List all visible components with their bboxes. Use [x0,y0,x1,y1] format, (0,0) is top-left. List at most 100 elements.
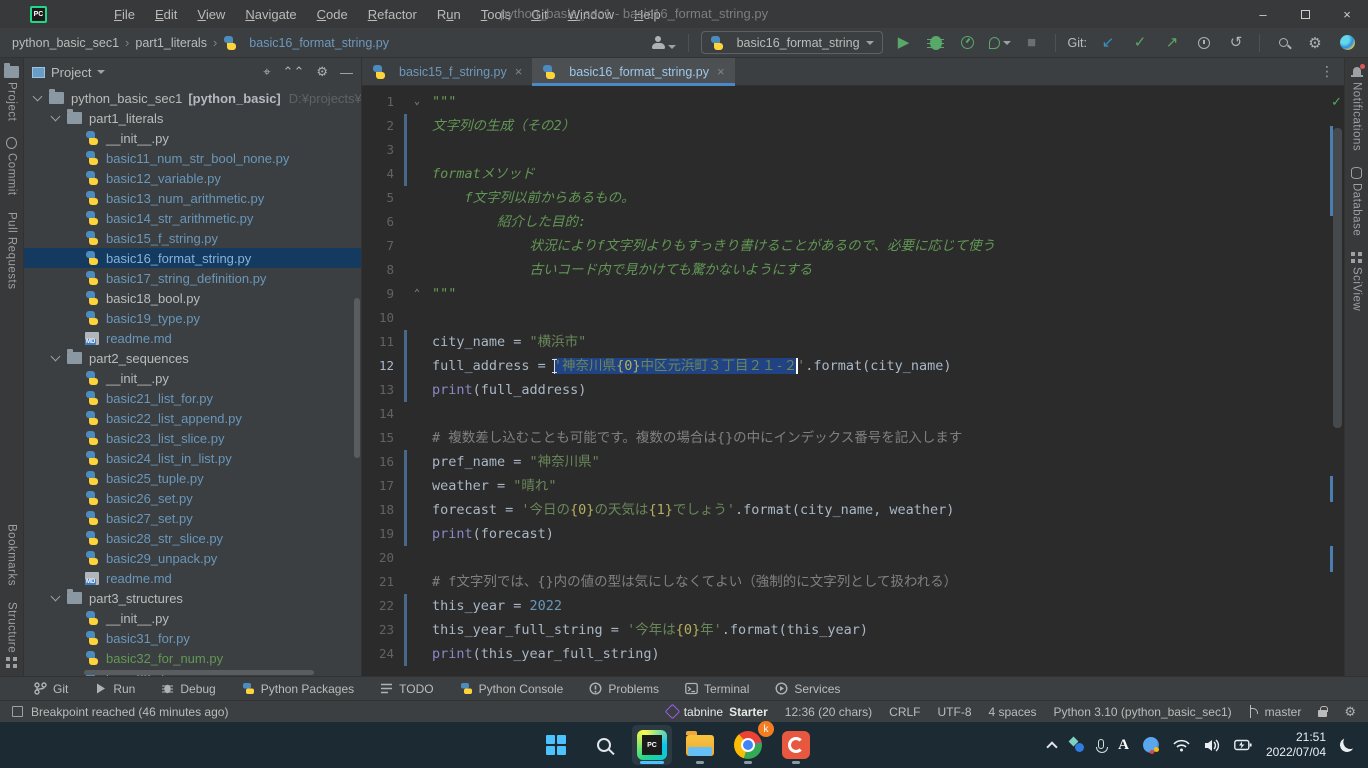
inspections-ok-icon[interactable]: ✓ [1331,94,1342,110]
git-update-button[interactable]: ↙ [1097,32,1119,54]
code-editor[interactable]: 1⌄"""2文字列の生成（その2）34formatメソッド5 f文字列以前からあ… [362,86,1344,676]
file-encoding[interactable]: UTF-8 [938,705,972,719]
tree-item-basic11-num-str-bool-none-py[interactable]: basic11_num_str_bool_none.py [24,148,361,168]
tree-item-basic32-for-num-py[interactable]: basic32_for_num.py [24,648,361,668]
code-line-13[interactable]: 13print(full_address) [362,378,1344,402]
wifi-icon[interactable] [1173,739,1190,752]
tree-item-basic19-type-py[interactable]: basic19_type.py [24,308,361,328]
git-push-button[interactable]: ↗ [1161,32,1183,54]
notifications-gear-icon[interactable]: ⚙ [1344,704,1356,720]
python-interpreter[interactable]: Python 3.10 (python_basic_sec1) [1054,705,1232,719]
gear-icon[interactable]: ⚙ [316,64,328,80]
close-button[interactable]: × [1326,0,1368,28]
chevron-down-icon[interactable] [33,92,43,102]
git-commit-button[interactable]: ✓ [1129,32,1151,54]
volume-icon[interactable] [1204,739,1220,752]
tool-window-button-todo[interactable]: TODO [380,682,433,696]
stop-button[interactable]: ■ [1021,32,1043,54]
lock-icon[interactable] [1318,710,1327,717]
rollback-button[interactable]: ↺ [1225,32,1247,54]
line-number[interactable]: 15 [362,426,394,450]
fold-icon[interactable]: ⌃ [409,282,425,306]
code-line-4[interactable]: 4formatメソッド [362,162,1344,186]
line-number[interactable]: 22 [362,594,394,618]
code-line-16[interactable]: 16pref_name = "神奈川県" [362,450,1344,474]
layout-icon[interactable] [12,706,23,717]
ime-mode-indicator[interactable]: A [1118,737,1129,754]
tool-window-button-python-packages[interactable]: Python Packages [242,682,354,696]
tree-item-part2-sequences[interactable]: part2_sequences [24,348,361,368]
tree-item-readme-md[interactable]: readme.md [24,328,361,348]
line-number[interactable]: 11 [362,330,394,354]
tree-item-basic16-format-string-py[interactable]: basic16_format_string.py [24,248,361,268]
code-line-9[interactable]: 9⌃""" [362,282,1344,306]
locate-file-button[interactable]: ⌖ [263,64,270,80]
line-number[interactable]: 12 [362,354,394,378]
menu-refactor[interactable]: Refactor [359,4,426,25]
line-number[interactable]: 23 [362,618,394,642]
tool-window-button-python-console[interactable]: Python Console [460,682,564,696]
tree-item-basic23-list-slice-py[interactable]: basic23_list_slice.py [24,428,361,448]
tab-basic15-f-string[interactable]: basic15_f_string.py × [362,58,532,85]
chevron-down-icon[interactable] [51,352,61,362]
tree-item-basic28-str-slice-py[interactable]: basic28_str_slice.py [24,528,361,548]
coverage-button[interactable] [989,32,1011,54]
line-number[interactable]: 8 [362,258,394,282]
code-line-21[interactable]: 21# f文字列では、{}内の値の型は気にしなくてよい（強制的に文字列として扱わ… [362,570,1344,594]
line-number[interactable]: 24 [362,642,394,666]
code-line-6[interactable]: 6 紹介した目的: [362,210,1344,234]
search-everywhere-button[interactable] [1272,32,1294,54]
line-number[interactable]: 16 [362,450,394,474]
code-line-18[interactable]: 18forecast = '今日の{0}の天気は{1}でしょう'.format(… [362,498,1344,522]
code-line-12[interactable]: 12full_address = '神奈川県{0}中区元浜町３丁目２１-２'.f… [362,354,1344,378]
tab-basic16-format-string[interactable]: basic16_format_string.py × [532,58,734,85]
line-number[interactable]: 7 [362,234,394,258]
tool-window-button-services[interactable]: Services [775,682,840,696]
tree-item-python-basic-sec1[interactable]: python_basic_sec1[python_basic]D:¥projec… [24,88,361,108]
sidebar-item-pull-requests[interactable]: Pull Requests [6,204,18,297]
code-line-3[interactable]: 3 [362,138,1344,162]
battery-icon[interactable] [1234,739,1252,751]
line-number[interactable]: 10 [362,306,394,330]
tree-item-basic24-list-in-list-py[interactable]: basic24_list_in_list.py [24,448,361,468]
tree-item--init-py[interactable]: __init__.py [24,128,361,148]
tree-item-basic29-unpack-py[interactable]: basic29_unpack.py [24,548,361,568]
tabnine-widget[interactable]: tabnine Starter [667,705,768,719]
code-line-2[interactable]: 2文字列の生成（その2） [362,114,1344,138]
indent-setting[interactable]: 4 spaces [989,705,1037,719]
tree-item-basic27-set-py[interactable]: basic27_set.py [24,508,361,528]
tree-item--init-py[interactable]: __init__.py [24,608,361,628]
code-line-23[interactable]: 23this_year_full_string = '今年は{0}年'.form… [362,618,1344,642]
code-line-14[interactable]: 14 [362,402,1344,426]
fold-icon[interactable]: ⌄ [409,90,425,114]
sidebar-item-project[interactable]: Project [4,58,19,129]
user-account-button[interactable] [652,36,676,49]
line-number[interactable]: 3 [362,138,394,162]
sidebar-item-bookmarks[interactable]: Bookmarks [6,516,18,594]
status-message[interactable]: Breakpoint reached (46 minutes ago) [31,705,228,719]
line-number[interactable]: 9 [362,282,394,306]
code-line-20[interactable]: 20 [362,546,1344,570]
history-button[interactable] [1193,32,1215,54]
google-drive-icon[interactable] [1143,737,1159,753]
minimize-button[interactable]: – [1242,0,1284,28]
tool-window-button-git[interactable]: Git [34,682,68,696]
line-number[interactable]: 19 [362,522,394,546]
tree-item-basic21-list-for-py[interactable]: basic21_list_for.py [24,388,361,408]
breadcrumb-item[interactable]: basic16_format_string.py [223,36,389,50]
ide-plugin-button[interactable] [1336,32,1358,54]
tree-item-basic26-set-py[interactable]: basic26_set.py [24,488,361,508]
run-button[interactable]: ▶ [893,32,915,54]
tree-item-basic14-str-arithmetic-py[interactable]: basic14_str_arithmetic.py [24,208,361,228]
taskbar-explorer-button[interactable] [680,725,720,765]
code-line-5[interactable]: 5 f文字列以前からあるもの。 [362,186,1344,210]
tree-item-basic12-variable-py[interactable]: basic12_variable.py [24,168,361,188]
menu-view[interactable]: View [188,4,234,25]
tree-item-readme-md[interactable]: readme.md [24,568,361,588]
run-configuration-select[interactable]: basic16_format_string [701,31,883,54]
taskbar-pycharm-button[interactable]: PC [632,725,672,765]
tree-item-basic18-bool-py[interactable]: basic18_bool.py [24,288,361,308]
line-number[interactable]: 18 [362,498,394,522]
line-number[interactable]: 1 [362,90,394,114]
tree-vertical-scrollbar[interactable] [354,298,360,458]
